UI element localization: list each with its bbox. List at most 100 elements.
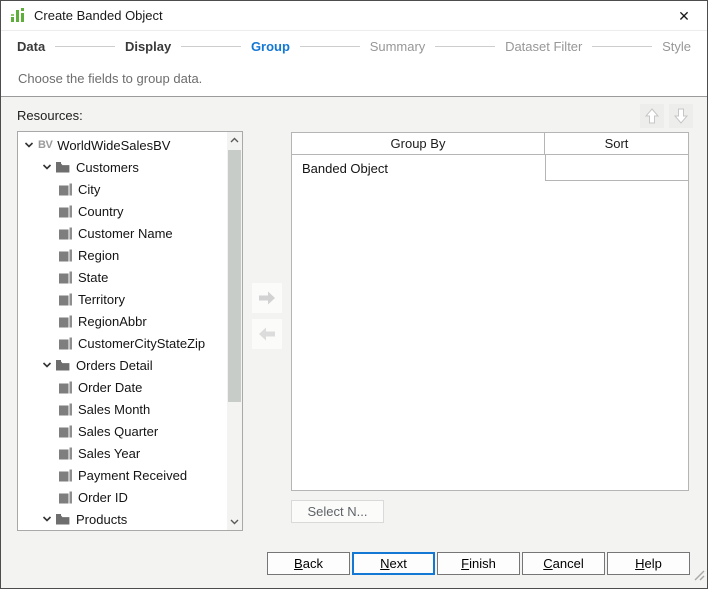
scroll-thumb[interactable] <box>228 150 241 402</box>
move-down-button[interactable] <box>669 104 693 128</box>
column-header-group-by: Group By <box>292 133 545 154</box>
tree-item-order-date[interactable]: Order Date <box>18 376 227 398</box>
tree-item-products[interactable]: Products <box>18 508 227 530</box>
tab-step-data[interactable]: Data <box>17 39 45 54</box>
tree-item-label: Region <box>78 247 120 263</box>
column-header-sort: Sort <box>604 136 629 151</box>
tab-step-display[interactable]: Display <box>125 39 171 54</box>
step-connector <box>55 45 115 47</box>
folder-icon <box>56 162 70 173</box>
arrow-up-icon <box>644 108 660 124</box>
step-connector <box>435 45 496 47</box>
step-connector <box>299 45 360 47</box>
group-by-table: Group By Sort Banded Object <box>291 132 689 491</box>
tree-item-worldwidesalesbv[interactable]: BV WorldWideSalesBV <box>18 134 227 156</box>
scroll-up-button[interactable] <box>227 132 242 148</box>
tree-item-city[interactable]: City <box>18 178 227 200</box>
resources-label: Resources: <box>17 108 83 123</box>
move-up-button[interactable] <box>640 104 664 128</box>
field-icon <box>59 205 72 217</box>
tree-item-label: CustomerCityStateZip <box>78 335 206 351</box>
step-connector <box>181 45 241 47</box>
sort-cell[interactable] <box>545 155 688 181</box>
field-icon <box>59 469 72 481</box>
field-icon <box>59 293 72 305</box>
field-icon <box>59 491 72 503</box>
window-title: Create Banded Object <box>34 8 163 23</box>
tree-item-orders-detail[interactable]: Orders Detail <box>18 354 227 376</box>
footer-buttons: Back Next Finish Cancel Help <box>1 552 690 575</box>
tree-item-label: State <box>78 269 109 285</box>
tree-item-state[interactable]: State <box>18 266 227 288</box>
titlebar: Create Banded Object ✕ <box>1 1 707 31</box>
tree-item-sales-year[interactable]: Sales Year <box>18 442 227 464</box>
group-by-cell[interactable]: Banded Object <box>292 155 545 181</box>
folder-icon <box>56 360 70 371</box>
field-icon <box>59 381 72 393</box>
wizard-steps: Data Display Group Summary Dataset Filter Sty… <box>1 31 707 61</box>
resize-grip-icon[interactable] <box>692 568 705 586</box>
field-icon <box>59 271 72 283</box>
tree-item-label: Sales Year <box>78 445 141 461</box>
reorder-buttons <box>640 104 693 128</box>
tree-scrollbar[interactable] <box>227 132 242 530</box>
tree-item-customercitystatezip[interactable]: CustomerCityStateZip <box>18 332 227 354</box>
tree-item-label: WorldWideSalesBV <box>57 137 171 153</box>
cancel-button[interactable]: Cancel <box>522 552 605 575</box>
tree-item-label: Products <box>76 511 128 527</box>
field-icon <box>59 337 72 349</box>
tree-item-label: Territory <box>78 291 125 307</box>
tree-item-region[interactable]: Region <box>18 244 227 266</box>
tree-item-label: Sales Month <box>78 401 151 417</box>
tree-item-label: Sales Quarter <box>78 423 159 439</box>
chevron-down-icon <box>24 142 34 148</box>
app-logo-icon <box>11 7 26 24</box>
add-field-button[interactable] <box>252 283 282 313</box>
tree-item-label: Order ID <box>78 489 128 505</box>
tree-item-country[interactable]: Country <box>18 200 227 222</box>
tree-item-customer-name[interactable]: Customer Name <box>18 222 227 244</box>
tree-item-label: Customer Name <box>78 225 173 241</box>
tree-item-territory[interactable]: Territory <box>18 288 227 310</box>
content-area: Resources: BV WorldWideSalesBV Customers Ci… <box>1 97 707 588</box>
field-icon <box>59 183 72 195</box>
chevron-down-icon <box>42 362 52 368</box>
field-icon <box>59 249 72 261</box>
back-button[interactable]: Back <box>267 552 350 575</box>
resources-tree-rows: BV WorldWideSalesBV Customers City Country Cu… <box>18 132 227 530</box>
dialog-create-banded-object: Create Banded Object ✕ Data Display Group S… <box>0 0 708 589</box>
tree-item-regionabbr[interactable]: RegionAbbr <box>18 310 227 332</box>
close-icon[interactable]: ✕ <box>669 1 699 31</box>
resources-tree: BV WorldWideSalesBV Customers City Country Cu… <box>17 131 243 531</box>
field-icon <box>59 227 72 239</box>
help-button[interactable]: Help <box>607 552 690 575</box>
remove-field-button[interactable] <box>252 319 282 349</box>
next-button[interactable]: Next <box>352 552 435 575</box>
tree-item-customers[interactable]: Customers <box>18 156 227 178</box>
tab-step-summary[interactable]: Summary <box>370 39 426 54</box>
business-view-icon: BV <box>38 139 53 151</box>
arrow-down-icon <box>673 108 689 124</box>
field-icon <box>59 447 72 459</box>
scroll-down-button[interactable] <box>227 514 242 530</box>
group-row: Banded Object <box>292 155 688 181</box>
chevron-down-icon <box>42 516 52 522</box>
folder-icon <box>56 514 70 525</box>
tab-step-style[interactable]: Style <box>662 39 691 54</box>
finish-button[interactable]: Finish <box>437 552 520 575</box>
tree-item-label: City <box>78 181 101 197</box>
group-table-body: Banded Object <box>292 155 688 181</box>
tree-item-label: Country <box>78 203 124 219</box>
arrow-left-icon <box>259 327 275 341</box>
tree-item-label: RegionAbbr <box>78 313 147 329</box>
tree-item-sales-month[interactable]: Sales Month <box>18 398 227 420</box>
tree-item-label: Orders Detail <box>76 357 153 373</box>
tab-step-group[interactable]: Group <box>251 39 290 54</box>
tab-step-dataset-filter[interactable]: Dataset Filter <box>505 39 582 54</box>
tree-item-payment-received[interactable]: Payment Received <box>18 464 227 486</box>
tree-item-order-id[interactable]: Order ID <box>18 486 227 508</box>
group-table-header: Group By Sort <box>292 133 688 155</box>
tree-item-label: Customers <box>76 159 139 175</box>
tree-item-sales-quarter[interactable]: Sales Quarter <box>18 420 227 442</box>
select-n-button[interactable]: Select N... <box>291 500 384 523</box>
